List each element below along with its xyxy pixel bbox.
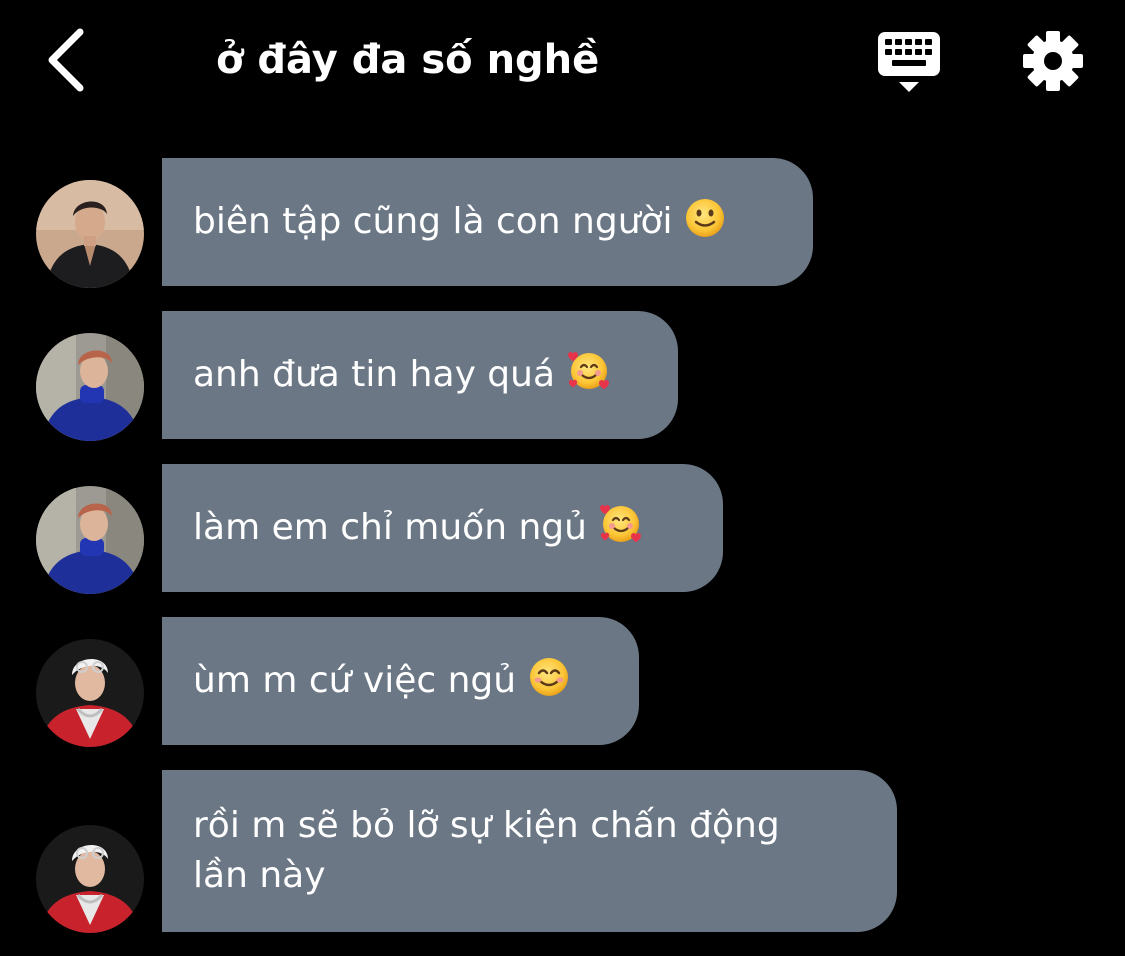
avatar-red-jacket <box>36 825 144 933</box>
message-row: biên tập cũng là con người <box>0 158 1125 288</box>
smiling-face-with-hearts-emoji <box>599 504 641 543</box>
message-bubble: rồi m sẽ bỏ lỡ sự kiện chấn động lần này <box>162 770 897 932</box>
message-text: biên tập cũng là con người <box>193 201 673 242</box>
back-button[interactable] <box>38 24 98 96</box>
chat-title: ở đây đa số nghề <box>216 37 600 83</box>
settings-button[interactable] <box>1020 28 1086 94</box>
avatar[interactable] <box>36 639 144 747</box>
message-bubble: anh đưa tin hay quá <box>162 311 678 439</box>
smiling-face-with-smiling-eyes-emoji <box>530 658 569 696</box>
avatar-black-suit <box>36 180 144 288</box>
message-row: ùm m cứ việc ngủ <box>0 617 1125 747</box>
message-text: rồi m sẽ bỏ lỡ sự kiện chấn động lần này <box>193 805 780 896</box>
message-row: rồi m sẽ bỏ lỡ sự kiện chấn động lần này <box>0 770 1125 933</box>
slightly-smiling-face-emoji <box>685 199 724 237</box>
smiling-face-with-hearts-emoji <box>568 351 610 390</box>
message-row: anh đưa tin hay quá <box>0 311 1125 441</box>
message-text: ùm m cứ việc ngủ <box>193 660 517 701</box>
message-row: làm em chỉ muốn ngủ <box>0 464 1125 594</box>
message-bubble: ùm m cứ việc ngủ <box>162 617 639 745</box>
avatar[interactable] <box>36 486 144 594</box>
avatar[interactable] <box>36 825 144 933</box>
message-bubble: biên tập cũng là con người <box>162 158 813 286</box>
keyboard-button[interactable] <box>872 28 946 96</box>
chat-header: ở đây đa số nghề <box>0 0 1125 120</box>
avatar[interactable] <box>36 333 144 441</box>
message-bubble: làm em chỉ muốn ngủ <box>162 464 723 592</box>
avatar-blue-turtleneck <box>36 486 144 594</box>
avatar-red-jacket <box>36 639 144 747</box>
gear-icon <box>1023 31 1083 91</box>
message-text: anh đưa tin hay quá <box>193 354 556 395</box>
keyboard-icon <box>878 32 940 92</box>
avatar[interactable] <box>36 180 144 288</box>
avatar-blue-turtleneck <box>36 333 144 441</box>
message-text: làm em chỉ muốn ngủ <box>193 507 587 548</box>
chevron-left-icon <box>48 28 84 92</box>
